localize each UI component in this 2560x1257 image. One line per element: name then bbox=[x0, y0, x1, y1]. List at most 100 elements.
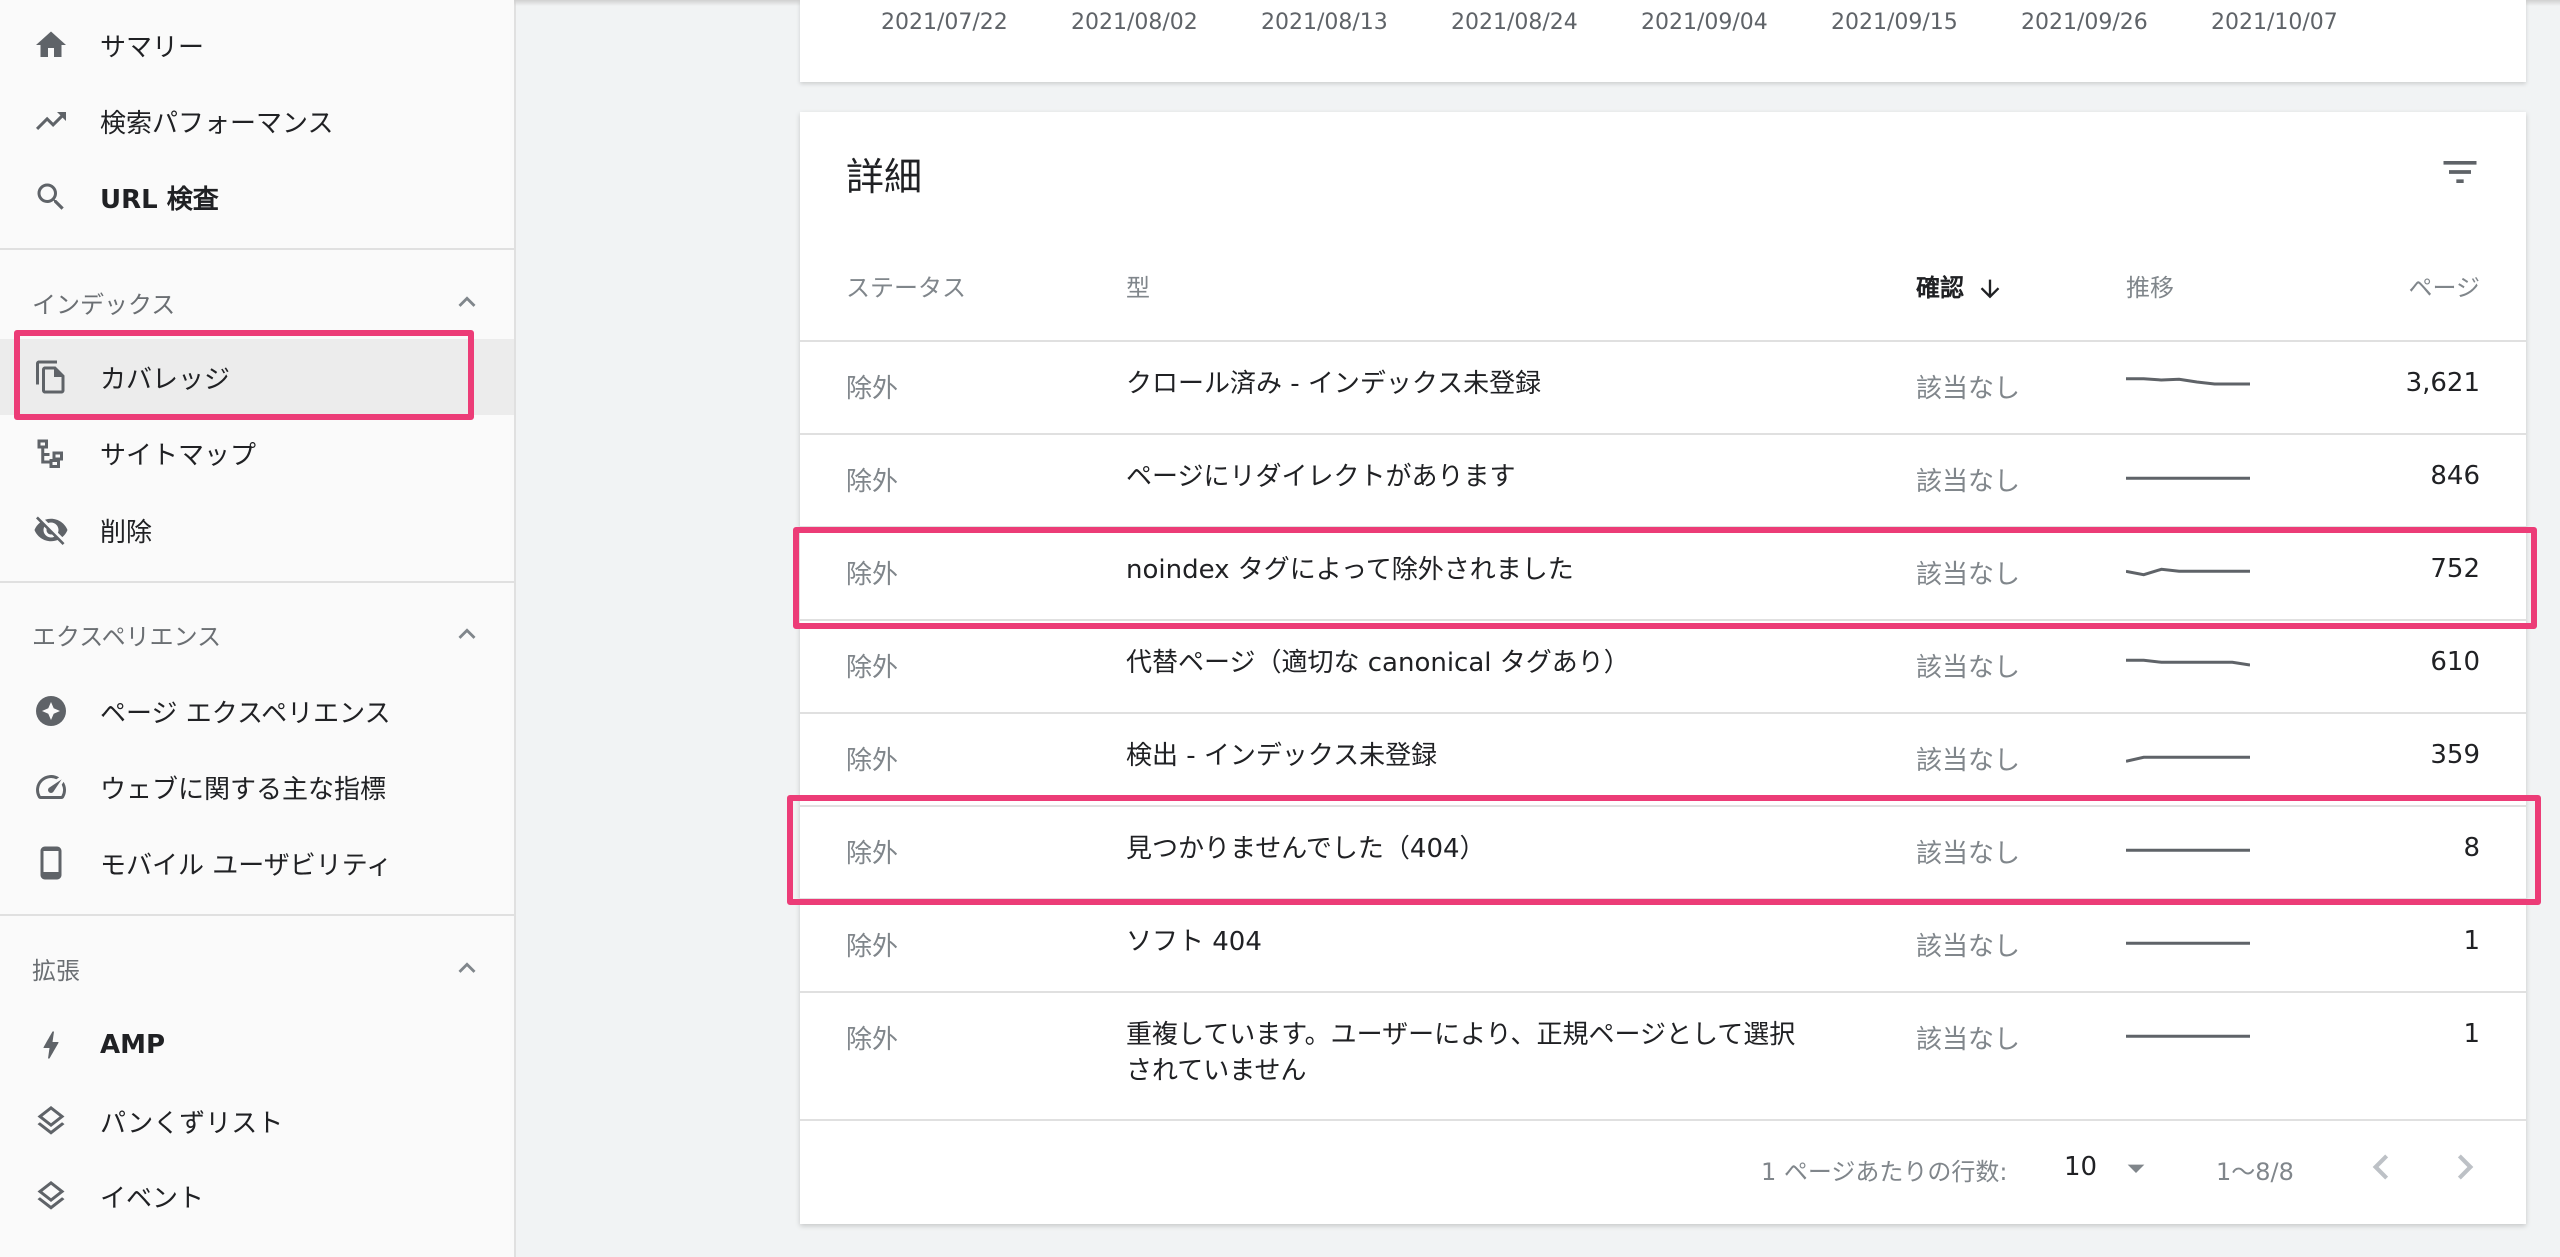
sparkline-line bbox=[2126, 755, 2250, 763]
section-enhancements-header[interactable]: 拡張 bbox=[0, 938, 514, 998]
nav-breadcrumbs-label: パンくずリスト bbox=[100, 1108, 284, 1139]
row-status: 除外 bbox=[846, 839, 899, 869]
nav-events-label: イベント bbox=[100, 1183, 205, 1214]
table-row[interactable]: 除外 クロール済み - インデックス未登録 該当なし 3,621 bbox=[800, 342, 2526, 435]
row-confirm: 該当なし bbox=[1916, 467, 2021, 497]
sparkline-line bbox=[2126, 658, 2250, 667]
row-confirm: 該当なし bbox=[1916, 1025, 2021, 1055]
table-row[interactable]: 除外 noindex タグによって除外されました 該当なし 752 bbox=[800, 528, 2526, 621]
nav-url-inspection[interactable]: URL 検査 bbox=[0, 159, 514, 235]
column-header-type[interactable]: 型 bbox=[1126, 268, 1150, 303]
row-pages: 8 bbox=[2463, 833, 2480, 863]
nav-breadcrumbs[interactable]: パンくずリスト bbox=[0, 1083, 514, 1159]
nav-summary-label: サマリー bbox=[100, 32, 205, 63]
column-header-pages[interactable]: ページ bbox=[2408, 268, 2480, 303]
sparkline-svg bbox=[2126, 1034, 2250, 1038]
nav-events[interactable]: イベント bbox=[0, 1158, 514, 1234]
row-type-line: されていません bbox=[1126, 1056, 1307, 1086]
sparkline-svg bbox=[2126, 848, 2250, 852]
sparkline-svg bbox=[2126, 377, 2250, 386]
row-type: ソフト 404 bbox=[1126, 927, 1262, 957]
column-header-status[interactable]: ステータス bbox=[846, 268, 966, 303]
sidebar: サマリー 検索パフォーマンス URL 検査 インデックス カバレッジ サイトマッ… bbox=[0, 0, 516, 1257]
section-index-header[interactable]: インデックス bbox=[0, 272, 514, 332]
chart-date-label: 2021/10/07 bbox=[2211, 10, 2338, 35]
row-status: 除外 bbox=[846, 374, 899, 404]
row-pages: 846 bbox=[2430, 461, 2480, 491]
table-row[interactable]: 除外 見つかりませんでした（404） 該当なし 8 bbox=[800, 807, 2526, 900]
chevron-right-icon[interactable] bbox=[2440, 1142, 2490, 1192]
section-experience-header[interactable]: エクスペリエンス bbox=[0, 604, 514, 664]
chart-date-label: 2021/07/22 bbox=[881, 10, 1008, 35]
row-confirm: 該当なし bbox=[1916, 560, 2021, 590]
details-title: 詳細 bbox=[846, 155, 923, 199]
divider bbox=[0, 914, 514, 916]
nav-amp[interactable]: AMP bbox=[0, 1007, 514, 1083]
sparkline-svg bbox=[2126, 658, 2250, 667]
column-header-trend[interactable]: 推移 bbox=[2126, 268, 2174, 303]
row-confirm: 該当なし bbox=[1916, 653, 2021, 683]
bolt-icon bbox=[33, 1027, 69, 1063]
row-status: 除外 bbox=[846, 467, 899, 497]
layers-icon bbox=[33, 1103, 69, 1139]
section-experience-label: エクスペリエンス bbox=[32, 622, 222, 651]
nav-core-web-vitals[interactable]: ウェブに関する主な指標 bbox=[0, 749, 514, 825]
arrow-down-icon bbox=[1976, 275, 2004, 303]
home-icon bbox=[33, 27, 69, 63]
row-status: 除外 bbox=[846, 560, 899, 590]
nav-sitemaps[interactable]: サイトマップ bbox=[0, 415, 514, 491]
chart-date-label: 2021/09/15 bbox=[1831, 10, 1958, 35]
sparkline-line bbox=[2126, 567, 2250, 577]
nav-mobile-usability[interactable]: モバイル ユーザビリティ bbox=[0, 825, 514, 901]
visibility-off-icon bbox=[33, 512, 69, 548]
chart-card: 2021/07/22 2021/08/02 2021/08/13 2021/08… bbox=[800, 0, 2526, 82]
search-icon bbox=[33, 179, 69, 215]
row-pages: 610 bbox=[2430, 647, 2480, 677]
nav-removals[interactable]: 削除 bbox=[0, 492, 514, 568]
table-row[interactable]: 除外 代替ページ（適切な canonical タグあり） 該当なし 610 bbox=[800, 621, 2526, 714]
row-type: ページにリダイレクトがあります bbox=[1126, 462, 1516, 492]
table-row[interactable]: 除外 検出 - インデックス未登録 該当なし 359 bbox=[800, 714, 2526, 807]
row-trend-sparkline bbox=[2126, 455, 2250, 491]
row-type: 重複しています。ユーザーにより、正規ページとして選択 されていません bbox=[1126, 1017, 1795, 1089]
table-row[interactable]: 除外 ソフト 404 該当なし 1 bbox=[800, 900, 2526, 993]
smartphone-icon bbox=[33, 845, 69, 881]
row-type-line: 重複しています。ユーザーにより、正規ページとして選択 bbox=[1126, 1020, 1796, 1050]
nav-removals-label: 削除 bbox=[100, 517, 153, 548]
layers-icon bbox=[33, 1178, 69, 1214]
table-row[interactable]: 除外 ページにリダイレクトがあります 該当なし 846 bbox=[800, 435, 2526, 528]
column-header-confirm-label: 確認 bbox=[1916, 274, 1964, 302]
table-row[interactable]: 除外 重複しています。ユーザーにより、正規ページとして選択 されていません 該当… bbox=[800, 993, 2526, 1121]
row-status: 除外 bbox=[846, 1025, 899, 1055]
column-header-confirm[interactable]: 確認 bbox=[1916, 268, 2004, 303]
row-trend-sparkline bbox=[2126, 548, 2250, 584]
nav-amp-label: AMP bbox=[100, 1030, 166, 1060]
filter-icon[interactable] bbox=[2438, 150, 2482, 194]
row-pages: 752 bbox=[2430, 554, 2480, 584]
row-trend-sparkline bbox=[2126, 827, 2250, 863]
row-pages: 359 bbox=[2430, 740, 2480, 770]
chevron-left-icon[interactable] bbox=[2356, 1142, 2406, 1192]
rows-per-page-select[interactable]: 10 bbox=[2064, 1152, 2097, 1182]
nav-search-performance[interactable]: 検索パフォーマンス bbox=[0, 83, 514, 159]
nav-coverage[interactable]: カバレッジ bbox=[0, 339, 514, 415]
chart-date-label: 2021/08/13 bbox=[1261, 10, 1388, 35]
row-pages: 1 bbox=[2463, 1019, 2480, 1049]
details-card: 詳細 ステータス 型 確認 推移 ページ 除外 クロール済み - インデックス未… bbox=[800, 112, 2526, 1224]
row-trend-sparkline bbox=[2126, 734, 2250, 770]
row-type: 検出 - インデックス未登録 bbox=[1126, 741, 1438, 771]
nav-summary[interactable]: サマリー bbox=[0, 7, 514, 83]
divider bbox=[0, 248, 514, 250]
chart-date-label: 2021/09/04 bbox=[1641, 10, 1768, 35]
rows-per-page-label: 1 ページあたりの行数: bbox=[1761, 1158, 2008, 1186]
row-type: 代替ページ（適切な canonical タグあり） bbox=[1126, 648, 1630, 678]
nav-core-web-vitals-label: ウェブに関する主な指標 bbox=[100, 774, 387, 805]
chevron-up-icon bbox=[450, 951, 484, 985]
dropdown-arrow-icon[interactable] bbox=[2116, 1148, 2156, 1188]
nav-search-performance-label: 検索パフォーマンス bbox=[100, 108, 334, 139]
trending-up-icon bbox=[33, 103, 69, 139]
row-pages: 3,621 bbox=[2405, 368, 2480, 398]
section-index-label: インデックス bbox=[32, 290, 176, 319]
nav-page-experience[interactable]: ページ エクスペリエンス bbox=[0, 673, 514, 749]
page-experience-icon bbox=[33, 693, 69, 729]
